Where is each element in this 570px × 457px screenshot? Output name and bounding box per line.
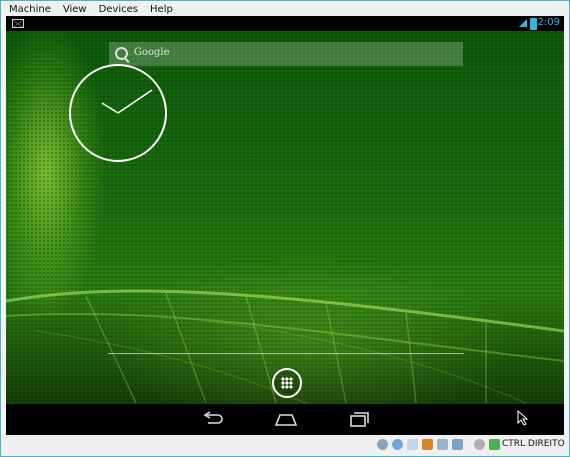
shared-folders-icon[interactable] xyxy=(437,439,448,450)
signal-icon xyxy=(519,19,527,27)
gmail-icon xyxy=(12,19,24,28)
all-apps-button[interactable] xyxy=(272,368,302,398)
menu-help[interactable]: Help xyxy=(148,4,175,15)
menu-bar: Machine View Devices Help xyxy=(1,1,569,17)
host-status-bar: CTRL DIREITO xyxy=(1,435,569,456)
usb-icon[interactable] xyxy=(407,439,418,450)
menu-machine[interactable]: Machine xyxy=(7,4,53,15)
network-icon[interactable] xyxy=(422,439,433,450)
search-label: Google xyxy=(134,47,170,58)
back-icon[interactable] xyxy=(201,411,225,427)
mouse-pointer-icon xyxy=(517,410,529,426)
host-key-label: CTRL DIREITO xyxy=(502,439,565,449)
analog-clock-icon[interactable] xyxy=(68,63,168,163)
display-icon[interactable] xyxy=(452,439,463,450)
menu-devices[interactable]: Devices xyxy=(97,4,140,15)
dock-divider xyxy=(108,353,464,354)
search-icon xyxy=(115,47,128,60)
recent-apps-icon[interactable] xyxy=(347,411,371,427)
optical-drive-icon[interactable] xyxy=(392,439,403,450)
status-time: 22:09 xyxy=(531,17,560,28)
hard-disk-icon[interactable] xyxy=(377,439,388,450)
home-icon[interactable] xyxy=(274,411,298,427)
navigation-bar xyxy=(6,404,564,435)
menu-view[interactable]: View xyxy=(61,4,89,15)
capture-icon[interactable] xyxy=(489,439,500,450)
virtualbox-window: Machine View Devices Help 22:09 Google C… xyxy=(0,0,570,457)
android-status-bar[interactable]: 22:09 xyxy=(6,16,564,31)
mouse-integration-icon[interactable] xyxy=(474,439,485,450)
guest-screen[interactable]: 22:09 Google xyxy=(6,16,564,435)
all-apps-icon xyxy=(281,377,293,389)
